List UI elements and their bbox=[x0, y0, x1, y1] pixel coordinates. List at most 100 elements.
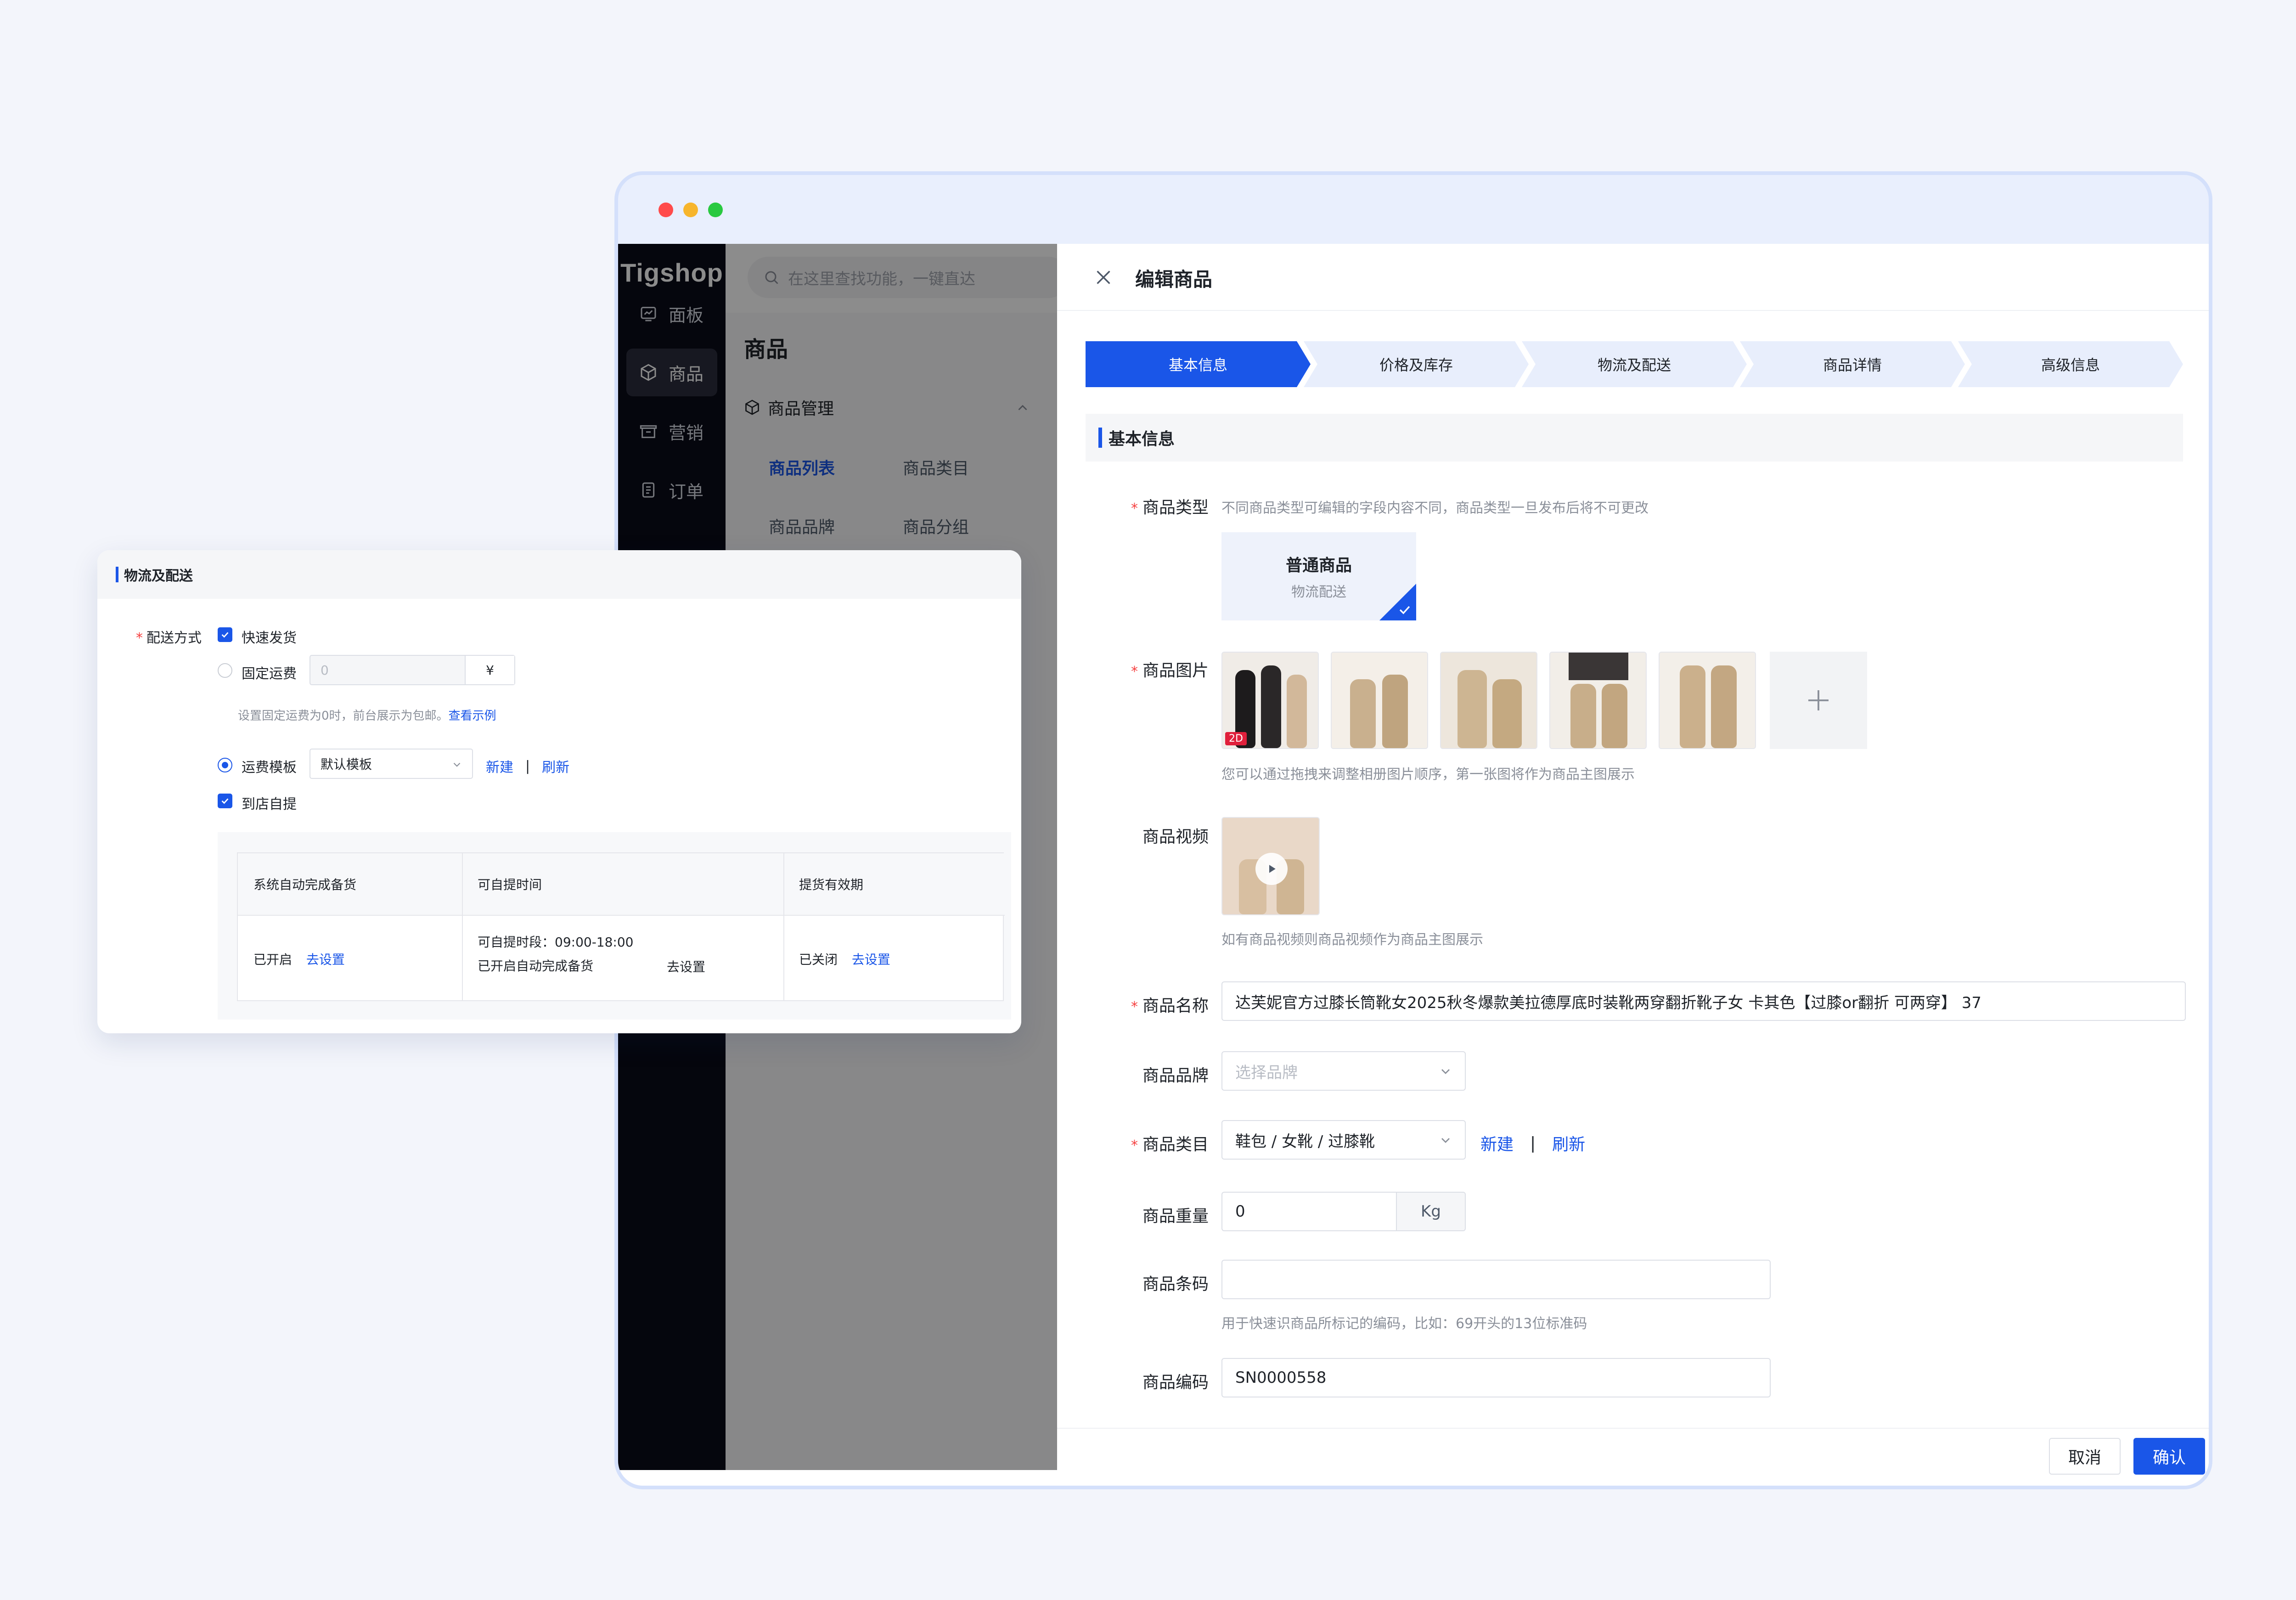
drawer-title: 编辑商品 bbox=[1135, 268, 1213, 291]
weight-input[interactable]: 0 Kg bbox=[1221, 1192, 1466, 1231]
close-icon[interactable] bbox=[1093, 267, 1114, 288]
fixed-fee-help: 设置固定运费为0时，前台展示为包邮。查看示例 bbox=[238, 709, 496, 723]
step-tabs: 基本信息 价格及库存 物流及配送 商品详情 高级信息 bbox=[1086, 341, 2183, 387]
link-separator: | bbox=[1530, 1133, 1536, 1153]
brand-select[interactable]: 选择品牌 bbox=[1221, 1051, 1466, 1091]
check-icon bbox=[1399, 606, 1410, 614]
product-sn-input[interactable]: SN0000558 bbox=[1221, 1358, 1771, 1397]
table-cell-pickup-validity: 已关闭 去设置 bbox=[799, 952, 890, 967]
weight-unit: Kg bbox=[1396, 1193, 1465, 1230]
category-select[interactable]: 鞋包 / 女靴 / 过膝靴 bbox=[1221, 1120, 1466, 1160]
product-image-thumb[interactable]: 2D bbox=[1221, 652, 1319, 749]
field-label-product-name: * 商品名称 bbox=[1131, 997, 1209, 1015]
field-label-product-images: * 商品图片 bbox=[1131, 661, 1209, 680]
template-refresh-link[interactable]: 刷新 bbox=[542, 756, 569, 776]
barcode-input[interactable] bbox=[1221, 1260, 1771, 1299]
template-select[interactable]: 默认模板 bbox=[310, 749, 473, 779]
field-label-product-sn: 商品编码 bbox=[1142, 1373, 1209, 1392]
check-icon bbox=[221, 798, 229, 804]
section-title-basic-info: 基本信息 bbox=[1086, 414, 2183, 462]
pickup-settings-table: 系统自动完成备货 可自提时间 提货有效期 已开启 去设置 可自提时段：09:00… bbox=[237, 852, 1005, 1001]
express-label: 快速发货 bbox=[242, 630, 297, 646]
table-cell-auto-stock: 已开启 去设置 bbox=[253, 952, 345, 967]
edit-product-drawer: 编辑商品 基本信息 价格及库存 物流及配送 商品详情 高级信息 基本信息 * 商品… bbox=[1057, 244, 2209, 1486]
template-radio[interactable] bbox=[218, 758, 232, 772]
product-name-input[interactable]: 达芙妮官方过膝长筒靴女2025秋冬爆款美拉德厚底时装靴两穿翻折靴子女 卡其色【过… bbox=[1221, 981, 2186, 1021]
tab-logistics[interactable]: 物流及配送 bbox=[1522, 341, 1747, 387]
barcode-help: 用于快速识商品所标记的编码，比如：69开头的13位标准码 bbox=[1221, 1316, 1587, 1332]
logistics-card: 物流及配送 * 配送方式 快速发货 固定运费 0 ¥ 设置固定运费为0时，前台展示… bbox=[97, 550, 1021, 1033]
category-refresh-link[interactable]: 刷新 bbox=[1552, 1131, 1585, 1155]
product-image-thumb[interactable] bbox=[1549, 652, 1647, 749]
table-header-auto-stock: 系统自动完成备货 bbox=[238, 853, 462, 916]
table-header-pickup-validity: 提货有效期 bbox=[783, 853, 1005, 916]
category-select-value: 鞋包 / 女靴 / 过膝靴 bbox=[1235, 1132, 1375, 1151]
product-image-thumb[interactable] bbox=[1440, 652, 1537, 749]
tab-product-detail[interactable]: 商品详情 bbox=[1740, 341, 1965, 387]
check-icon bbox=[221, 632, 229, 638]
table-divider bbox=[462, 853, 463, 1000]
view-example-link[interactable]: 查看示例 bbox=[449, 709, 496, 723]
pickup-checkbox[interactable] bbox=[218, 794, 232, 808]
field-label-product-brand: 商品品牌 bbox=[1142, 1066, 1209, 1085]
table-cell-pickup-time-line1: 可自提时段：09:00-18:00 bbox=[478, 935, 634, 950]
product-image-thumb[interactable] bbox=[1331, 652, 1428, 749]
product-type-card-subtitle: 物流配送 bbox=[1291, 584, 1346, 600]
window-controls bbox=[658, 203, 723, 217]
template-select-value: 默认模板 bbox=[321, 757, 372, 772]
fixed-fee-label: 固定运费 bbox=[242, 666, 297, 682]
fixed-fee-radio[interactable] bbox=[218, 663, 232, 678]
tab-basic-info[interactable]: 基本信息 bbox=[1086, 341, 1311, 387]
category-actions: 新建 | 刷新 bbox=[1480, 1131, 1585, 1155]
tab-advanced-info[interactable]: 高级信息 bbox=[1958, 341, 2183, 387]
template-new-link[interactable]: 新建 bbox=[486, 756, 513, 776]
fixed-fee-value: 0 bbox=[321, 662, 329, 678]
drawer-header: 编辑商品 bbox=[1057, 244, 2209, 311]
cancel-button[interactable]: 取消 bbox=[2049, 1438, 2121, 1475]
pickup-time-settings-link[interactable]: 去设置 bbox=[667, 957, 705, 975]
pickup-settings-panel: 系统自动完成备货 可自提时间 提货有效期 已开启 去设置 可自提时段：09:00… bbox=[218, 832, 1011, 1020]
play-icon[interactable] bbox=[1255, 853, 1288, 885]
template-label: 运费模板 bbox=[242, 760, 297, 776]
chevron-down-icon bbox=[1441, 1138, 1450, 1143]
field-label-product-weight: 商品重量 bbox=[1142, 1207, 1209, 1226]
plus-icon bbox=[1808, 690, 1829, 710]
product-images-help: 您可以通过拖拽来调整相册图片顺序，第一张图将作为商品主图展示 bbox=[1221, 766, 1635, 783]
field-label-product-barcode: 商品条码 bbox=[1142, 1275, 1209, 1294]
auto-stock-settings-link[interactable]: 去设置 bbox=[306, 952, 345, 967]
product-type-card-normal[interactable]: 普通商品 物流配送 bbox=[1221, 532, 1416, 620]
table-cell-pickup-time-line2: 已开启自动完成备货 bbox=[478, 958, 594, 974]
field-label-delivery-method: * 配送方式 bbox=[136, 630, 202, 646]
link-separator: | bbox=[525, 758, 530, 774]
table-divider bbox=[783, 853, 784, 1000]
product-video-thumb[interactable] bbox=[1221, 817, 1320, 915]
category-new-link[interactable]: 新建 bbox=[1480, 1131, 1514, 1155]
chevron-down-icon bbox=[453, 762, 461, 767]
product-type-card-title: 普通商品 bbox=[1285, 556, 1352, 575]
weight-input-value: 0 bbox=[1235, 1202, 1245, 1221]
maximize-window-dot[interactable] bbox=[708, 203, 723, 217]
tab-price-stock[interactable]: 价格及库存 bbox=[1304, 341, 1529, 387]
product-image-thumb[interactable] bbox=[1659, 652, 1756, 749]
pickup-validity-settings-link[interactable]: 去设置 bbox=[852, 952, 890, 967]
image-badge: 2D bbox=[1225, 732, 1247, 745]
template-actions: 新建 | 刷新 bbox=[486, 756, 569, 776]
add-image-button[interactable] bbox=[1770, 652, 1867, 749]
express-checkbox[interactable] bbox=[218, 627, 232, 642]
field-label-product-type: * 商品类型 bbox=[1131, 498, 1209, 517]
confirm-button[interactable]: 确认 bbox=[2133, 1438, 2205, 1475]
selected-corner bbox=[1379, 584, 1416, 620]
field-label-product-video: 商品视频 bbox=[1142, 828, 1209, 846]
drawer-footer bbox=[1057, 1428, 2209, 1486]
close-window-dot[interactable] bbox=[658, 203, 673, 217]
minimize-window-dot[interactable] bbox=[683, 203, 698, 217]
brand-select-placeholder: 选择品牌 bbox=[1235, 1063, 1298, 1082]
fixed-fee-input[interactable]: 0 ¥ bbox=[310, 655, 515, 685]
table-header-pickup-time: 可自提时间 bbox=[462, 853, 783, 916]
chevron-down-icon bbox=[1441, 1069, 1450, 1074]
pickup-label: 到店自提 bbox=[242, 796, 297, 812]
product-video-help: 如有商品视频则商品视频作为商品主图展示 bbox=[1221, 932, 1483, 948]
currency-suffix: ¥ bbox=[465, 656, 514, 684]
logistics-card-title: 物流及配送 bbox=[97, 550, 1021, 599]
product-type-help: 不同商品类型可编辑的字段内容不同，商品类型一旦发布后将不可更改 bbox=[1221, 500, 1649, 516]
